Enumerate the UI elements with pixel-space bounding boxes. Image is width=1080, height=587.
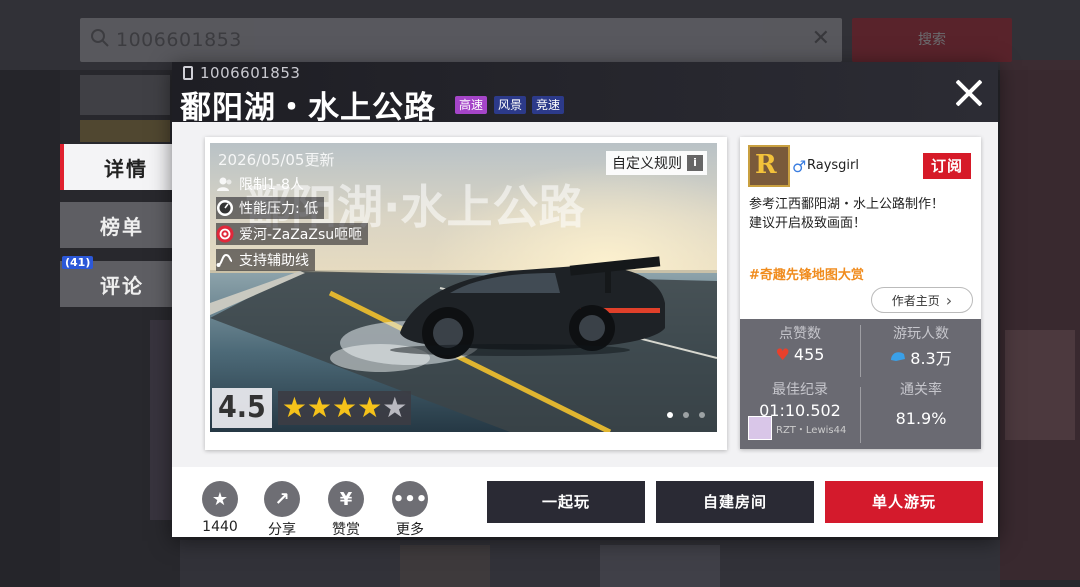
money-bag-icon: ¥ <box>328 481 364 517</box>
tab-comments-label: 评论 <box>100 273 144 298</box>
rating: 4.5 ★ ★ ★ ★ ★ <box>212 388 412 428</box>
likes-value: 455 <box>793 345 825 364</box>
author-homepage-button[interactable]: 作者主页 › <box>871 287 973 313</box>
carousel-dots[interactable] <box>667 412 705 418</box>
more-button[interactable]: ••• 更多 <box>390 481 430 539</box>
favorite-count: 1440 <box>202 519 238 535</box>
create-room-button[interactable]: 自建房间 <box>656 481 814 523</box>
performance-pressure: 性能压力: 低 <box>216 197 325 219</box>
share-button[interactable]: ↗ 分享 <box>262 481 302 539</box>
map-detail-dialog: 1006601853 鄱阳湖・水上公路 高速 风景 竞速 鄱阳湖·水上公路 20… <box>172 62 998 539</box>
rating-stars: ★ ★ ★ ★ ★ <box>277 391 412 425</box>
avatar-logo-icon: R <box>755 150 777 180</box>
music-note-icon <box>216 225 234 243</box>
pass-rate-label: 通关率 <box>900 382 942 398</box>
reward-button[interactable]: ¥ 赞赏 <box>326 481 366 539</box>
author-info: R ♂ Raysgirl 订阅 参考江西鄱阳湖・水上公路制作！ 建议开启极致画面… <box>740 137 981 319</box>
map-stats: 点赞数 ♥ 455 游玩人数 8.3万 最佳纪录 01:10.502 通关率 81… <box>740 319 981 449</box>
assist-line-text: 支持辅助线 <box>239 253 309 269</box>
more-label: 更多 <box>396 522 424 538</box>
pass-rate-value: 81.9% <box>895 409 947 428</box>
star-icon: ★ <box>332 391 358 424</box>
tab-details-label: 详情 <box>104 156 148 181</box>
single-play-button[interactable]: 单人游玩 <box>825 481 983 523</box>
players-value: 8.3万 <box>910 349 952 368</box>
custom-rule-button[interactable]: 自定义规则 i <box>606 151 707 175</box>
map-description: 参考江西鄱阳湖・水上公路制作！ 建议开启极致画面！ <box>749 195 944 233</box>
star-icon: ★ <box>357 391 383 424</box>
share-label: 分享 <box>268 522 296 538</box>
custom-rule-label: 自定义规则 <box>612 156 682 172</box>
chevron-right-icon: › <box>945 290 953 310</box>
record-holder[interactable]: RZT・Lewis44 <box>748 416 846 440</box>
dialog-header: 1006601853 鄱阳湖・水上公路 高速 风景 竞速 <box>172 62 998 126</box>
best-record-stat: 最佳纪录 01:10.502 <box>740 379 860 420</box>
author-avatar[interactable]: R <box>748 145 790 187</box>
author-homepage-label: 作者主页 <box>891 293 940 308</box>
tab-details[interactable]: 详情 <box>60 144 175 190</box>
play-together-button[interactable]: 一起玩 <box>487 481 645 523</box>
share-icon: ↗ <box>264 481 300 517</box>
likes-stat: 点赞数 ♥ 455 <box>740 323 860 364</box>
update-date: 2026/05/05更新 <box>218 151 335 169</box>
carousel-dot[interactable] <box>667 412 673 418</box>
carousel-dot[interactable] <box>699 412 705 418</box>
pass-rate-stat: 通关率 81.9% <box>861 379 981 428</box>
description-line-1: 参考江西鄱阳湖・水上公路制作！ <box>749 197 945 212</box>
star-icon: ★ <box>306 391 333 424</box>
tag-racing: 竞速 <box>532 96 565 114</box>
dialog-footer: ★ 1440 ↗ 分享 ¥ 赞赏 ••• 更多 一起玩 自建房间 单人游玩 <box>172 467 998 539</box>
comment-count-badge: (41) <box>62 256 94 269</box>
players-label: 游玩人数 <box>893 326 949 342</box>
reward-label: 赞赏 <box>332 522 360 538</box>
players-icon <box>217 177 232 191</box>
tab-leaderboard-label: 榜单 <box>100 214 144 239</box>
gauge-icon <box>217 200 233 216</box>
helmet-icon <box>891 352 906 361</box>
route-icon <box>216 253 233 267</box>
player-limit: 限制1-8人 <box>216 173 310 195</box>
player-limit-text: 限制1-8人 <box>239 177 304 193</box>
performance-pressure-text: 性能压力: 低 <box>239 201 319 217</box>
record-holder-avatar <box>748 416 772 440</box>
more-icon: ••• <box>392 481 428 517</box>
assist-line: 支持辅助线 <box>216 249 315 271</box>
map-id: 1006601853 <box>200 64 301 82</box>
subscribe-button[interactable]: 订阅 <box>923 153 971 179</box>
tag-high-speed: 高速 <box>455 96 488 114</box>
tag-scenery: 风景 <box>494 96 527 114</box>
carousel-dot[interactable] <box>683 412 689 418</box>
creator-tag: 爱河-ZaZaZsu咂咂 <box>216 223 369 245</box>
star-icon: ★ <box>382 391 408 424</box>
tab-comments[interactable]: (41) 评论 <box>60 256 175 307</box>
heart-icon: ♥ <box>775 345 790 364</box>
info-icon: i <box>687 155 703 171</box>
event-hashtag[interactable]: #奇趣先锋地图大赏 <box>749 264 864 283</box>
author-card: R ♂ Raysgirl 订阅 参考江西鄱阳湖・水上公路制作！ 建议开启极致画面… <box>740 137 981 449</box>
map-title: 鄱阳湖・水上公路 <box>180 90 436 126</box>
best-record-label: 最佳纪录 <box>772 382 828 398</box>
rating-value: 4.5 <box>212 388 272 428</box>
map-id-icon <box>183 66 193 80</box>
players-stat: 游玩人数 8.3万 <box>861 323 981 369</box>
author-name: Raysgirl <box>807 158 859 173</box>
map-preview-image[interactable]: 鄱阳湖·水上公路 2026/05/05更新 限制1-8人 性能压力: 低 爱河-… <box>210 143 717 432</box>
map-preview-card: 鄱阳湖·水上公路 2026/05/05更新 限制1-8人 性能压力: 低 爱河-… <box>205 137 727 450</box>
star-icon: ★ <box>202 481 238 517</box>
record-holder-name: RZT・Lewis44 <box>776 424 847 436</box>
creator-tag-text: 爱河-ZaZaZsu咂咂 <box>239 227 363 243</box>
tab-leaderboard[interactable]: 榜单 <box>60 202 175 248</box>
description-line-2: 建议开启极致画面！ <box>749 216 867 231</box>
star-icon: ★ <box>281 391 307 424</box>
close-button[interactable] <box>954 78 984 108</box>
likes-label: 点赞数 <box>779 326 821 342</box>
male-icon: ♂ <box>792 157 807 176</box>
favorite-button[interactable]: ★ 1440 <box>200 481 240 535</box>
